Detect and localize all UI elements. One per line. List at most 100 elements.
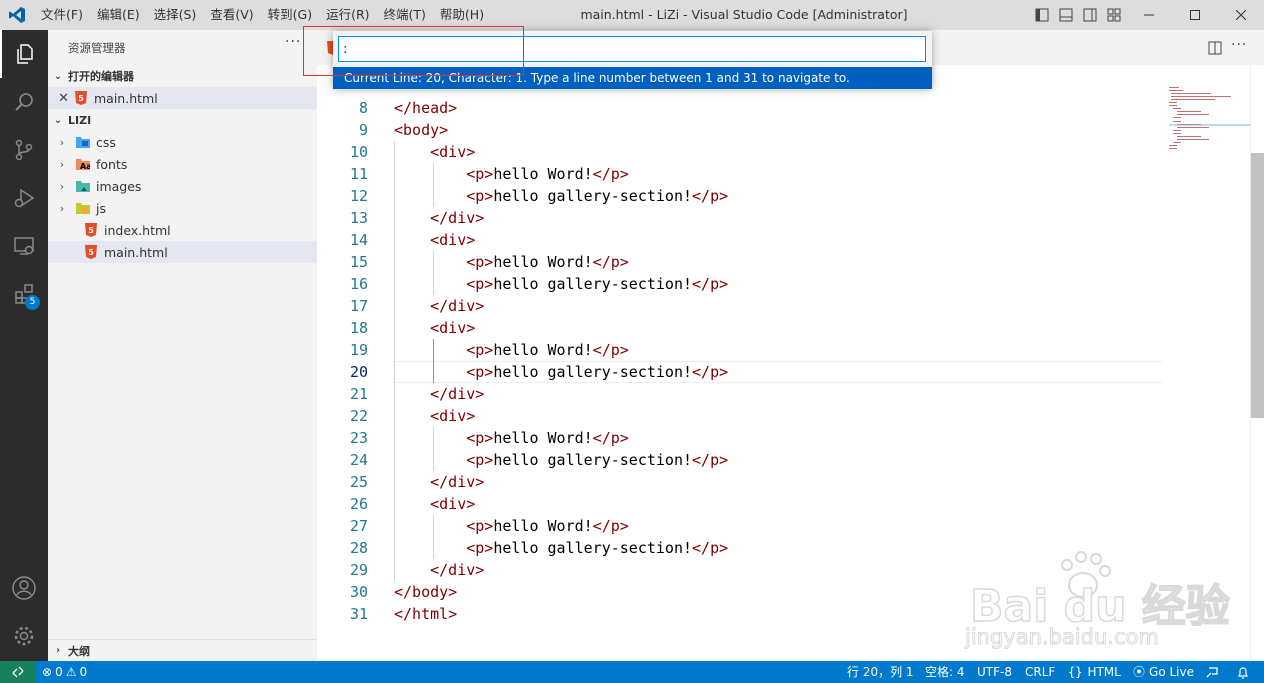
manage-gear-icon[interactable]: [0, 612, 48, 660]
open-editor-label: main.html: [94, 90, 158, 106]
accounts-icon[interactable]: [0, 564, 48, 612]
tree-item-js[interactable]: › js: [48, 197, 317, 219]
language-label: HTML: [1087, 665, 1121, 679]
code-line[interactable]: <p>hello gallery-section!</p>: [394, 361, 728, 383]
tree-item-css[interactable]: › css: [48, 131, 317, 153]
activity-bar: 5: [0, 30, 48, 661]
code-line[interactable]: </head>: [394, 97, 457, 119]
menu-item[interactable]: 转到(G): [261, 0, 319, 30]
folder-header[interactable]: ⌄ LIZI: [48, 109, 317, 131]
code-line[interactable]: <div>: [394, 493, 475, 515]
tree-item-fonts[interactable]: › Aa fonts: [48, 153, 317, 175]
menu-item[interactable]: 文件(F): [34, 0, 90, 30]
open-editor-item[interactable]: ✕ 5 main.html: [48, 87, 317, 109]
status-bar: ⊗ 0 ⚠ 0 行 20，列 1 空格: 4 UTF-8 CRLF {} HTM…: [0, 661, 1264, 683]
broadcast-icon: ⦿: [1133, 665, 1146, 679]
code-line[interactable]: </html>: [394, 603, 457, 625]
line-number: 8: [358, 99, 368, 117]
toggle-secondary-sidebar-icon[interactable]: [1078, 0, 1102, 30]
code-line[interactable]: </div>: [394, 559, 484, 581]
close-icon[interactable]: ✕: [48, 91, 74, 106]
code-line[interactable]: <p>hello Word!</p>: [394, 251, 629, 273]
code-line[interactable]: </body>: [394, 581, 457, 603]
split-editor-icon[interactable]: [1208, 40, 1222, 59]
menu-item[interactable]: 运行(R): [319, 0, 376, 30]
code-line[interactable]: <p>hello Word!</p>: [394, 339, 629, 361]
chevron-right-icon: ›: [59, 135, 65, 149]
remote-explorer-icon[interactable]: [0, 222, 48, 270]
folder-label: LIZI: [68, 113, 92, 127]
code-line[interactable]: <p>hello gallery-section!</p>: [394, 273, 728, 295]
line-number: 9: [358, 121, 368, 139]
vscode-logo-icon: [0, 0, 34, 30]
code-line[interactable]: <div>: [394, 405, 475, 427]
tree-item-main-html[interactable]: 5 main.html: [48, 241, 317, 263]
menu-item[interactable]: 帮助(H): [433, 0, 491, 30]
language-mode[interactable]: {} HTML: [1068, 661, 1121, 683]
outline-header[interactable]: › 大纲: [48, 639, 317, 661]
more-actions-icon[interactable]: ···: [285, 34, 301, 50]
vertical-scrollbar-thumb[interactable]: [1251, 153, 1264, 418]
maximize-button[interactable]: [1172, 0, 1218, 30]
code-line[interactable]: <p>hello Word!</p>: [394, 163, 629, 185]
explorer-icon[interactable]: [0, 30, 48, 78]
code-line[interactable]: <p>hello Word!</p>: [394, 515, 629, 537]
title-bar: 文件(F) 编辑(E) 选择(S) 查看(V) 转到(G) 运行(R) 终端(T) 帮助(H)…: [0, 0, 1264, 30]
minimap[interactable]: [1169, 85, 1251, 155]
code-line[interactable]: <div>: [394, 229, 475, 251]
html-file-icon: 5: [74, 91, 88, 105]
svg-text:Aa: Aa: [80, 162, 90, 170]
code-line[interactable]: </div>: [394, 383, 484, 405]
code-line[interactable]: <body>: [394, 119, 448, 141]
customize-layout-icon[interactable]: [1102, 0, 1126, 30]
line-number: 31: [349, 605, 368, 623]
tree-item-index-html[interactable]: 5 index.html: [48, 219, 317, 241]
chevron-right-icon: ›: [59, 157, 65, 171]
go-live-button[interactable]: ⦿ Go Live: [1133, 661, 1194, 683]
line-number: 14: [349, 231, 368, 249]
more-actions-icon[interactable]: ···: [1231, 37, 1247, 53]
source-control-icon[interactable]: [0, 126, 48, 174]
run-debug-icon[interactable]: [0, 174, 48, 222]
line-number: 26: [349, 495, 368, 513]
code-line[interactable]: <div>: [394, 317, 475, 339]
menu-item[interactable]: 查看(V): [203, 0, 260, 30]
menu-item[interactable]: 编辑(E): [90, 0, 147, 30]
line-number: 22: [349, 407, 368, 425]
end-of-line[interactable]: CRLF: [1025, 661, 1055, 683]
code-line[interactable]: </div>: [394, 207, 484, 229]
minimize-button[interactable]: [1126, 0, 1172, 30]
line-number: 16: [349, 275, 368, 293]
goto-line-input[interactable]: [338, 36, 926, 62]
tree-item-images[interactable]: › images: [48, 175, 317, 197]
close-window-button[interactable]: [1218, 0, 1264, 30]
menu-item[interactable]: 终端(T): [377, 0, 433, 30]
code-line[interactable]: <div>: [394, 141, 475, 163]
feedback-icon[interactable]: [1205, 661, 1219, 683]
indentation[interactable]: 空格: 4: [925, 661, 965, 683]
encoding[interactable]: UTF-8: [977, 661, 1012, 683]
line-number: 27: [349, 517, 368, 535]
code-line[interactable]: <p>hello gallery-section!</p>: [394, 449, 728, 471]
js-folder-icon: [76, 201, 90, 215]
line-number: 20: [349, 363, 368, 381]
toggle-panel-icon[interactable]: [1054, 0, 1078, 30]
notifications-bell-icon[interactable]: [1236, 661, 1250, 683]
cursor-position[interactable]: 行 20，列 1: [847, 661, 914, 683]
extensions-icon[interactable]: 5: [0, 270, 48, 318]
code-line[interactable]: </div>: [394, 471, 484, 493]
search-icon[interactable]: [0, 78, 48, 126]
remote-indicator-icon[interactable]: [0, 661, 35, 683]
editor-area[interactable]: ··· 8 </head> 9 <body> 10 <div> 11 <p>hello W…: [317, 30, 1264, 661]
open-editors-header[interactable]: ⌄ 打开的编辑器: [48, 65, 317, 87]
code-line[interactable]: <p>hello gallery-section!</p>: [394, 537, 728, 559]
line-number: 28: [349, 539, 368, 557]
code-line[interactable]: <p>hello Word!</p>: [394, 427, 629, 449]
line-number: 23: [349, 429, 368, 447]
code-line[interactable]: <p>hello gallery-section!</p>: [394, 185, 728, 207]
toggle-sidebar-icon[interactable]: [1030, 0, 1054, 30]
svg-text:5: 5: [88, 226, 94, 235]
code-line[interactable]: </div>: [394, 295, 484, 317]
menu-item[interactable]: 选择(S): [147, 0, 204, 30]
problems-indicator[interactable]: ⊗ 0 ⚠ 0: [42, 661, 87, 683]
